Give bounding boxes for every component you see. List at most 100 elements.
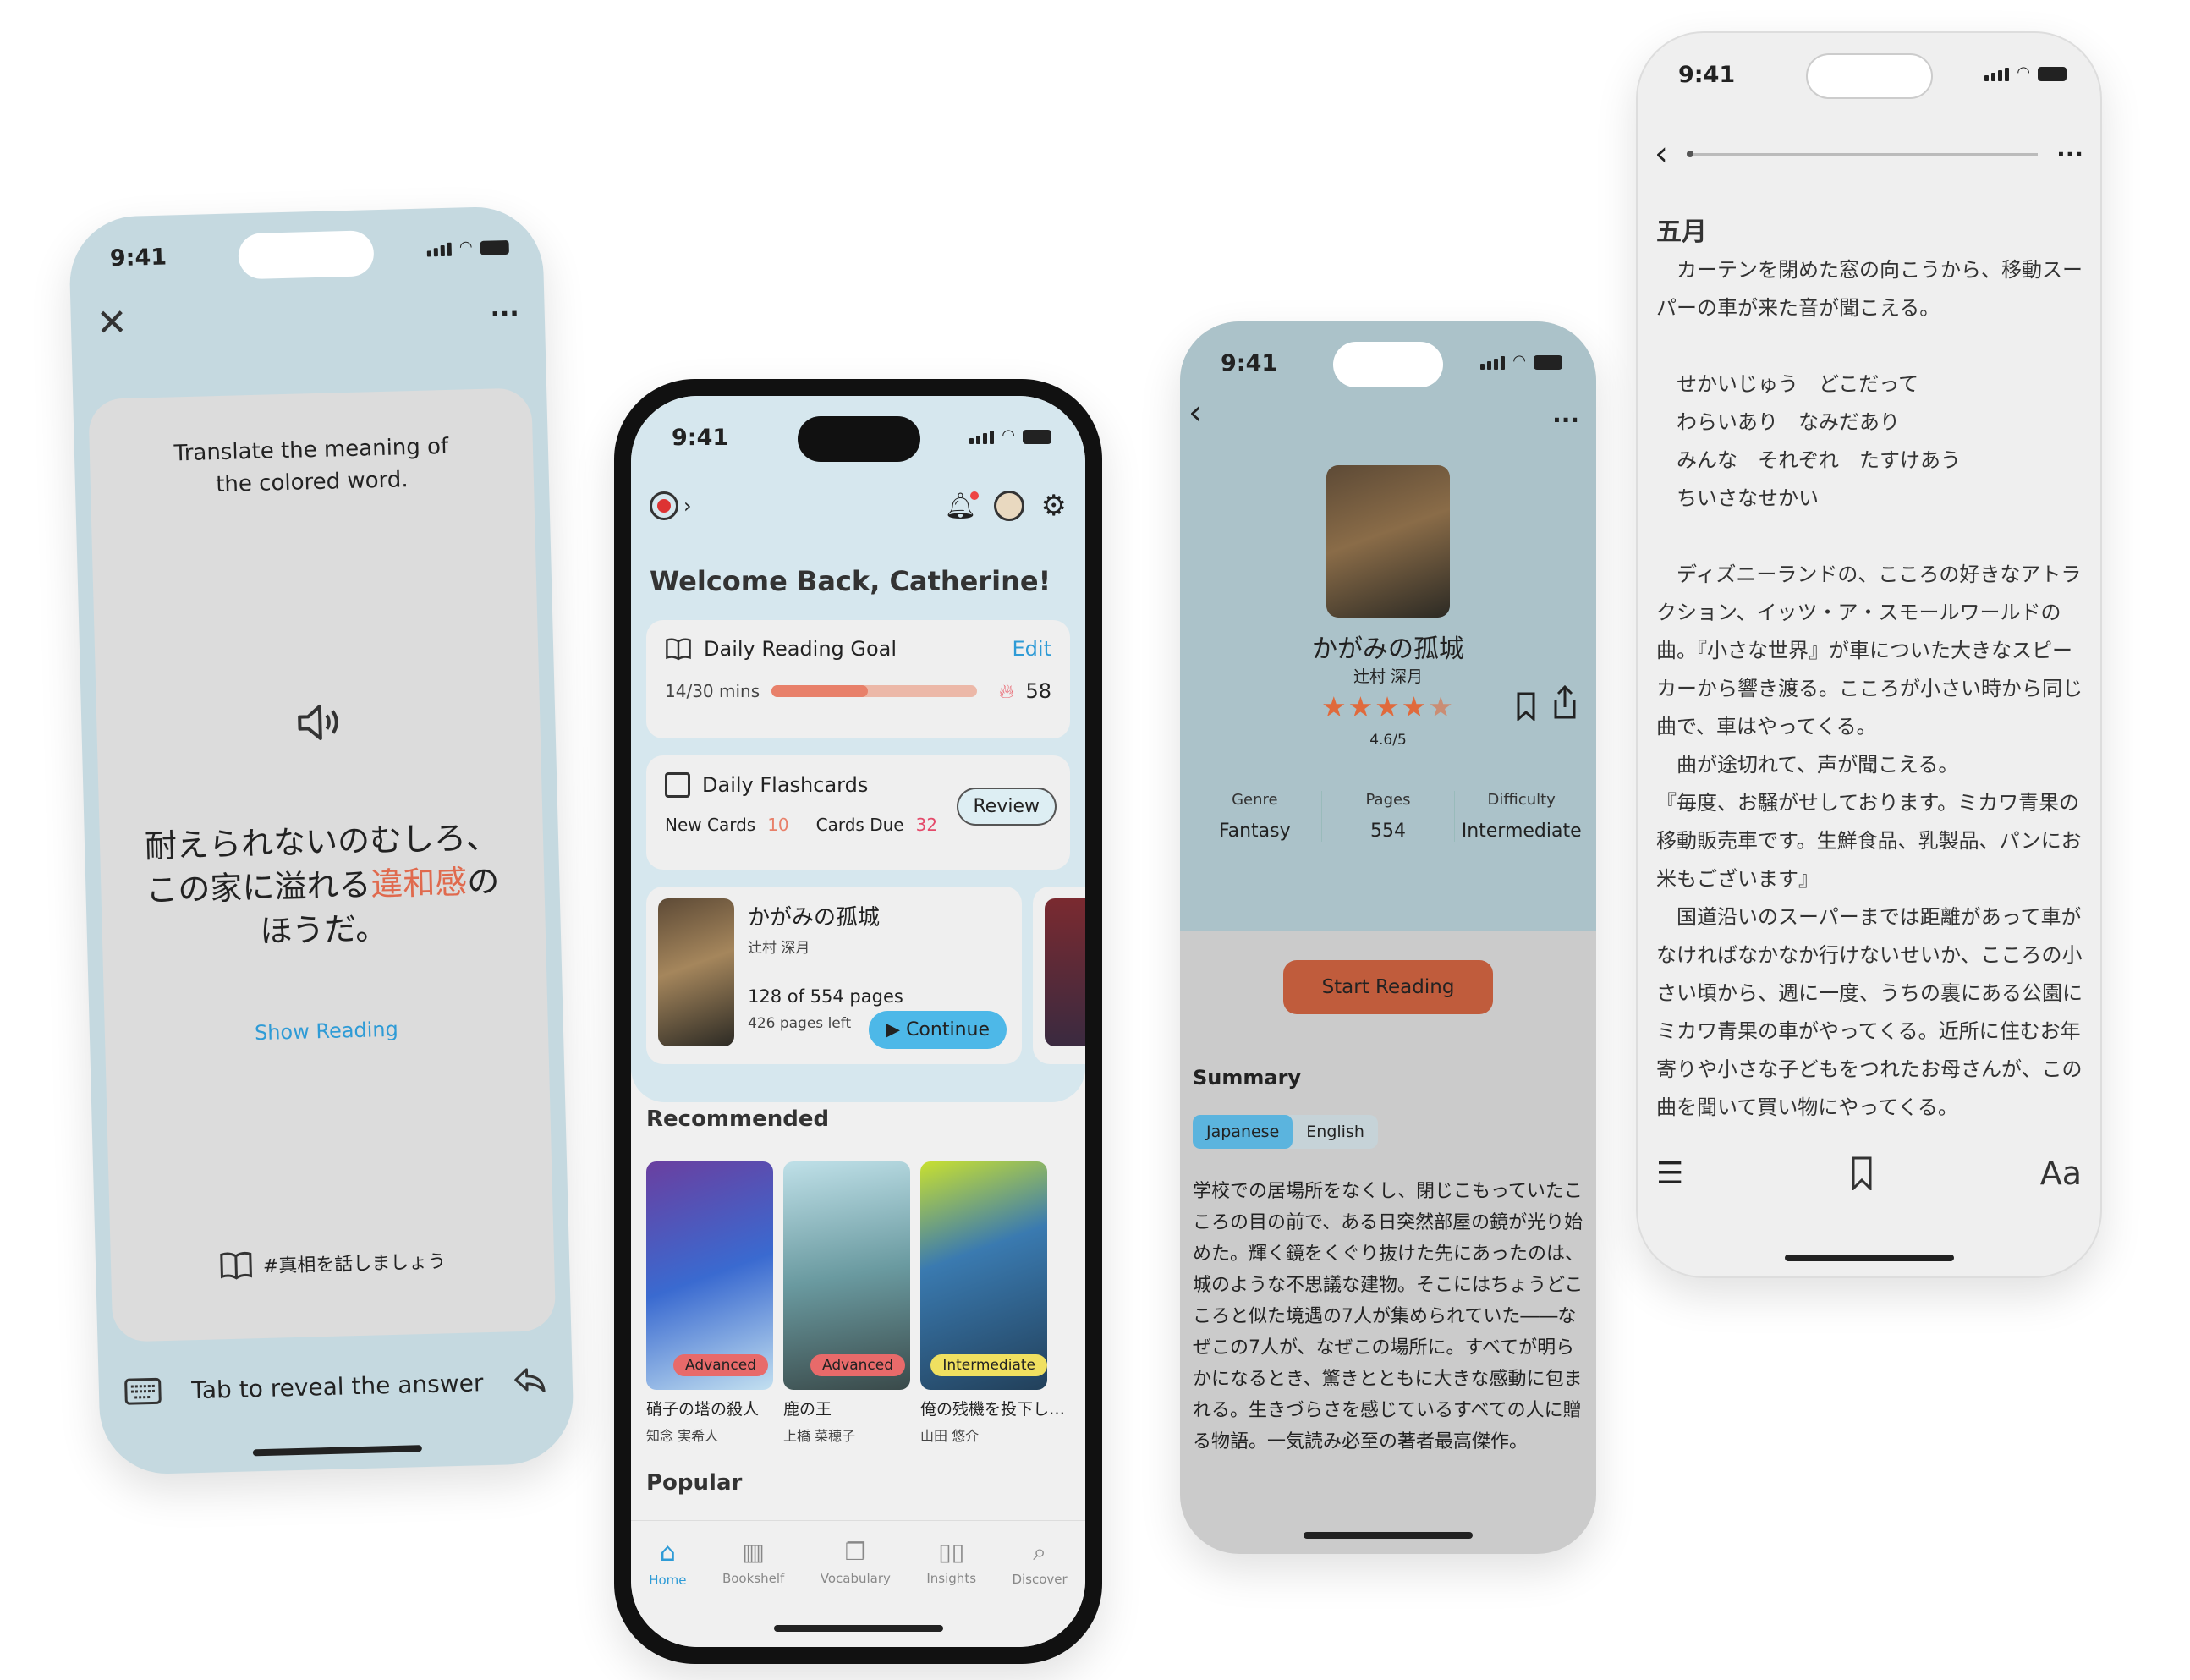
flashcards-icon bbox=[665, 772, 690, 798]
book-author: 上橋 菜穂子 bbox=[783, 1428, 856, 1444]
current-book-author: 辻村 深月 bbox=[748, 940, 810, 957]
more-icon[interactable]: ··· bbox=[490, 299, 519, 330]
welcome-heading: Welcome Back, Catherine! bbox=[650, 565, 1051, 597]
rating-value: 4.6/5 bbox=[1369, 732, 1407, 749]
reading-progress-slider[interactable] bbox=[1687, 150, 2039, 157]
stat-label: Difficulty bbox=[1487, 791, 1556, 809]
source-tag[interactable]: #真相を話しましょう bbox=[111, 1243, 555, 1283]
book-title: かがみの孤城 bbox=[1312, 634, 1464, 664]
status-time: 9:41 bbox=[672, 425, 729, 451]
font-settings-button[interactable]: Aa bbox=[2040, 1155, 2082, 1192]
battery-icon bbox=[2038, 67, 2067, 81]
current-book-card[interactable]: かがみの孤城 辻村 深月 128 of 554 pages 426 pages … bbox=[646, 887, 1022, 1064]
review-button[interactable]: Review bbox=[956, 788, 1057, 826]
book-author: 山田 悠介 bbox=[920, 1428, 980, 1444]
settings-gear-icon[interactable]: ⚙︎ bbox=[1041, 489, 1067, 523]
book-stats: Genre Fantasy Pages 554 Difficulty Intermed… bbox=[1188, 791, 1588, 842]
continue-button[interactable]: ▶ Continue bbox=[869, 1011, 1007, 1049]
daily-flashcards-card[interactable]: Daily Flashcards New Cards 10 Cards Due 32 … bbox=[646, 755, 1070, 870]
edit-goal-button[interactable]: Edit bbox=[1013, 637, 1051, 661]
table-of-contents-icon[interactable]: ☰ bbox=[1656, 1156, 1683, 1191]
show-reading-link[interactable]: Show Reading bbox=[255, 1018, 398, 1045]
undo-icon[interactable] bbox=[513, 1365, 547, 1397]
avatar[interactable] bbox=[993, 491, 1024, 521]
highlighted-word[interactable]: 違和感 bbox=[370, 864, 468, 903]
notification-bell-icon[interactable]: 🔔︎ bbox=[944, 491, 979, 521]
tab-label: Vocabulary bbox=[820, 1571, 891, 1586]
sentence: 耐えられないのむしろ、この家に溢れる違和感のほうだ。 bbox=[99, 814, 546, 958]
home-icon: ⌂ bbox=[659, 1538, 676, 1567]
prompt-text: Translate the meaning of the colored wor… bbox=[173, 433, 449, 498]
japan-flag-icon bbox=[650, 491, 678, 520]
dynamic-island bbox=[238, 230, 375, 280]
signal-icon bbox=[969, 431, 995, 444]
tab-english[interactable]: English bbox=[1293, 1115, 1378, 1149]
book-title: 俺の残機を投下し… bbox=[920, 1400, 1066, 1419]
tab-label: Bookshelf bbox=[722, 1571, 785, 1586]
status-bar: 9:41 ◠ bbox=[69, 206, 544, 294]
reveal-hint[interactable]: Tab to reveal the answer bbox=[191, 1369, 484, 1404]
book-cover: Advanced bbox=[783, 1161, 910, 1390]
more-icon[interactable]: ··· bbox=[2056, 140, 2083, 168]
start-reading-button[interactable]: Start Reading bbox=[1283, 960, 1493, 1014]
daily-reading-goal-card[interactable]: Daily Reading Goal Edit 14/30 mins 🔥︎ 58 bbox=[646, 620, 1070, 738]
language-toggle: Japanese English bbox=[1193, 1115, 1378, 1149]
wifi-icon: ◠ bbox=[459, 238, 472, 256]
recommended-list: Advanced 硝子の塔の殺人 知念 実希人 Advanced 鹿の王 上橋 菜穂子 … bbox=[646, 1161, 1066, 1445]
stat-value: Fantasy bbox=[1219, 821, 1291, 842]
dynamic-island bbox=[1805, 53, 1933, 99]
back-chevron-icon[interactable]: ‹ bbox=[1655, 135, 1668, 173]
book-author: 辻村 深月 bbox=[1353, 667, 1424, 686]
tab-japanese[interactable]: Japanese bbox=[1193, 1115, 1293, 1149]
more-icon[interactable]: ··· bbox=[1552, 406, 1579, 434]
book-item[interactable]: Advanced 鹿の王 上橋 菜穂子 bbox=[783, 1161, 910, 1445]
back-chevron-icon[interactable]: ‹ bbox=[1188, 393, 1202, 432]
signal-icon bbox=[426, 242, 453, 257]
goal-progress-text: 14/30 mins bbox=[665, 681, 760, 701]
stat-value: Intermediate bbox=[1461, 821, 1582, 842]
book-cover bbox=[658, 898, 734, 1046]
close-icon[interactable]: ✕ bbox=[96, 301, 128, 345]
tab-label: Insights bbox=[926, 1571, 977, 1586]
tab-discover[interactable]: ⌕ Discover bbox=[1012, 1538, 1067, 1647]
keyboard-icon[interactable] bbox=[124, 1377, 162, 1405]
dynamic-island bbox=[797, 416, 920, 462]
level-badge: Intermediate bbox=[930, 1354, 1047, 1376]
new-cards-count: 10 bbox=[767, 815, 789, 835]
book-item[interactable]: Intermediate 俺の残機を投下し… 山田 悠介 bbox=[920, 1161, 1066, 1445]
level-badge: Advanced bbox=[810, 1354, 905, 1376]
reader-phone: 9:41 ◠ ‹ ··· 五月 カーテンを閉めた窓の向こうから、移動スーパーの車… bbox=[1636, 31, 2102, 1278]
bookmark-icon[interactable] bbox=[1517, 692, 1535, 721]
share-icon[interactable] bbox=[1552, 685, 1578, 719]
reader-text: カーテンを閉めた窓の向こうから、移動スーパーの車が来た音が聞こえる。 せかいじゅ… bbox=[1656, 258, 2083, 1119]
tab-home[interactable]: ⌂ Home bbox=[649, 1538, 686, 1647]
pages-read: 128 of 554 pages bbox=[748, 986, 903, 1007]
reading-goal-title: Daily Reading Goal bbox=[704, 637, 897, 661]
status-bar: 9:41 ◠ bbox=[631, 396, 1085, 472]
current-book-title: かがみの孤城 bbox=[748, 905, 881, 931]
flashcard[interactable]: Translate the meaning of the colored wor… bbox=[88, 387, 557, 1342]
status-time: 9:41 bbox=[1221, 350, 1278, 376]
home-indicator bbox=[773, 1625, 943, 1632]
source-tag-text: #真相を話しましょう bbox=[262, 1251, 447, 1277]
continue-label: Continue bbox=[906, 1019, 990, 1040]
cards-due-label: Cards Due bbox=[815, 815, 904, 835]
wifi-icon: ◠ bbox=[1002, 426, 1014, 444]
stat-label: Genre bbox=[1232, 791, 1278, 809]
book-detail-phone: 9:41 ◠ ‹ ··· かがみの孤城 辻村 深月 ★★★★★ 4.6/5 Ge… bbox=[1180, 321, 1596, 1554]
signal-icon bbox=[1984, 68, 2010, 81]
book-cover bbox=[1326, 465, 1450, 618]
cards-due-count: 32 bbox=[915, 815, 938, 835]
insights-icon: ▯▯ bbox=[938, 1538, 965, 1566]
pages-left: 426 pages left bbox=[748, 1015, 852, 1032]
book-cover: Intermediate bbox=[920, 1161, 1047, 1390]
flashcards-title: Daily Flashcards bbox=[702, 773, 869, 797]
language-selector[interactable]: › bbox=[650, 491, 692, 520]
book-item[interactable]: Advanced 硝子の塔の殺人 知念 実希人 bbox=[646, 1161, 773, 1445]
flashcard-phone: 9:41 ◠ ✕ ··· Translate the meaning of th… bbox=[68, 205, 575, 1476]
summary-heading: Summary bbox=[1193, 1066, 1302, 1090]
next-book-card[interactable] bbox=[1033, 887, 1085, 1064]
streak-flame-icon: 🔥︎ bbox=[998, 679, 1014, 703]
bookmark-icon[interactable] bbox=[1852, 1156, 1872, 1190]
speaker-icon[interactable] bbox=[96, 695, 541, 749]
